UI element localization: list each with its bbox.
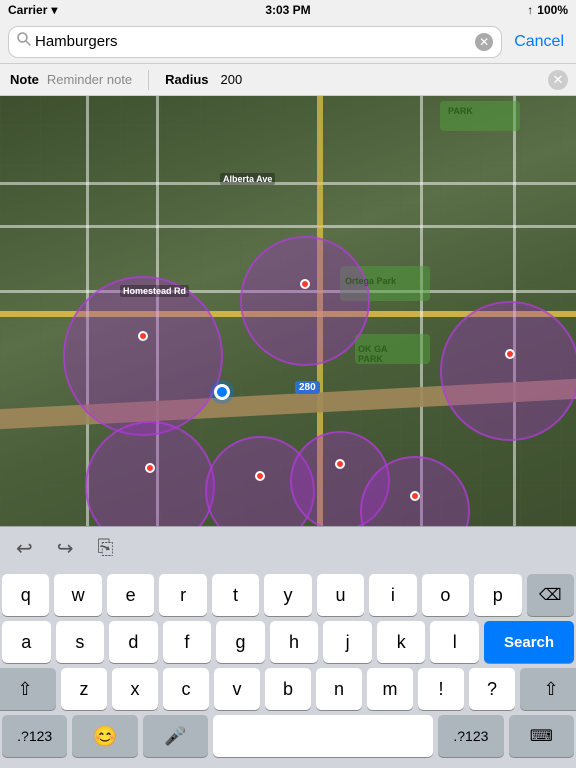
pin-1 — [138, 331, 148, 341]
cancel-button[interactable]: Cancel — [510, 33, 568, 51]
keyboard: q w e r t y u i o p ⌫ a s d f g h j k l … — [0, 570, 576, 763]
paste-button[interactable]: ⎘ — [94, 533, 118, 564]
key-j[interactable]: j — [323, 621, 372, 663]
pin-2 — [300, 279, 310, 289]
clear-search-button[interactable]: ✕ — [475, 33, 493, 51]
key-x[interactable]: x — [112, 668, 158, 710]
key-w[interactable]: w — [54, 574, 101, 616]
note-label: Note — [10, 72, 39, 87]
ortega-park-label: Ortega Park — [345, 276, 396, 286]
key-space[interactable] — [213, 715, 433, 757]
key-n[interactable]: n — [316, 668, 362, 710]
key-shift-left[interactable]: ⇧ — [0, 668, 56, 710]
undo-button[interactable]: ↩ — [12, 532, 37, 565]
highway-label: 280 — [295, 381, 320, 394]
key-v[interactable]: v — [214, 668, 260, 710]
key-l[interactable]: l — [430, 621, 479, 663]
key-f[interactable]: f — [163, 621, 212, 663]
clock: 3:03 PM — [265, 3, 310, 17]
key-r[interactable]: r — [159, 574, 206, 616]
key-g[interactable]: g — [216, 621, 265, 663]
search-input-wrapper[interactable]: ✕ — [8, 26, 502, 58]
geofence-3 — [440, 301, 576, 441]
road-label-alberta: Alberta Ave — [220, 173, 275, 185]
key-s[interactable]: s — [56, 621, 105, 663]
key-symbols[interactable]: .?123 — [2, 715, 67, 757]
search-button[interactable]: Search — [484, 621, 574, 663]
keyboard-row-2: a s d f g h j k l Search — [2, 621, 574, 663]
close-note-radius-button[interactable]: ✕ — [548, 70, 568, 90]
key-z[interactable]: z — [61, 668, 107, 710]
key-t[interactable]: t — [212, 574, 259, 616]
keyboard-row-1: q w e r t y u i o p ⌫ — [2, 574, 574, 616]
status-bar: Carrier ▾ 3:03 PM ↑ 100% — [0, 0, 576, 20]
key-e[interactable]: e — [107, 574, 154, 616]
pin-6 — [335, 459, 345, 469]
pin-3 — [505, 349, 515, 359]
note-value: Reminder note — [47, 72, 132, 87]
key-keyboard[interactable]: ⌨ — [509, 715, 574, 757]
key-a[interactable]: a — [2, 621, 51, 663]
search-icon — [17, 32, 31, 51]
search-bar: ✕ Cancel — [0, 20, 576, 64]
wifi-icon: ▾ — [51, 3, 57, 17]
key-microphone[interactable]: 🎤 — [143, 715, 208, 757]
search-input[interactable] — [35, 33, 475, 50]
key-u[interactable]: u — [317, 574, 364, 616]
key-i[interactable]: i — [369, 574, 416, 616]
key-d[interactable]: d — [109, 621, 158, 663]
carrier-label: Carrier — [8, 3, 47, 17]
battery-label: 100% — [537, 3, 568, 17]
keyboard-row-3: ⇧ z x c v b n m ! ? ⇧ — [2, 668, 574, 710]
key-symbols-right[interactable]: .?123 — [438, 715, 503, 757]
pin-4 — [145, 463, 155, 473]
current-location — [214, 384, 230, 400]
key-y[interactable]: y — [264, 574, 311, 616]
map-area[interactable]: 280 PARK Ortega Park OK GAPARK Homestead… — [0, 96, 576, 526]
signal-icon: ↑ — [527, 3, 533, 17]
key-emoji[interactable]: 😊 — [72, 715, 137, 757]
pin-7 — [410, 491, 420, 501]
radius-label: Radius — [165, 72, 208, 87]
key-shift-right[interactable]: ⇧ — [520, 668, 576, 710]
key-c[interactable]: c — [163, 668, 209, 710]
key-q[interactable]: q — [2, 574, 49, 616]
ok-ga-park-label: OK GAPARK — [358, 344, 388, 364]
key-k[interactable]: k — [377, 621, 426, 663]
radius-value: 200 — [221, 72, 243, 87]
redo-button[interactable]: ↪ — [53, 532, 78, 565]
keyboard-row-4: .?123 😊 🎤 .?123 ⌨ — [2, 715, 574, 757]
road-label-homestead: Homestead Rd — [120, 285, 189, 297]
key-m[interactable]: m — [367, 668, 413, 710]
key-question[interactable]: ? — [469, 668, 515, 710]
geofence-1 — [63, 276, 223, 436]
key-b[interactable]: b — [265, 668, 311, 710]
geofence-2 — [240, 236, 370, 366]
key-p[interactable]: p — [474, 574, 521, 616]
pin-5 — [255, 471, 265, 481]
park-top-label: PARK — [448, 106, 473, 116]
key-exclaim[interactable]: ! — [418, 668, 464, 710]
key-h[interactable]: h — [270, 621, 319, 663]
key-delete[interactable]: ⌫ — [527, 574, 574, 616]
note-radius-row: Note Reminder note Radius 200 ✕ — [0, 64, 576, 96]
keyboard-toolbar: ↩ ↪ ⎘ — [0, 526, 576, 570]
divider — [148, 70, 149, 90]
key-o[interactable]: o — [422, 574, 469, 616]
